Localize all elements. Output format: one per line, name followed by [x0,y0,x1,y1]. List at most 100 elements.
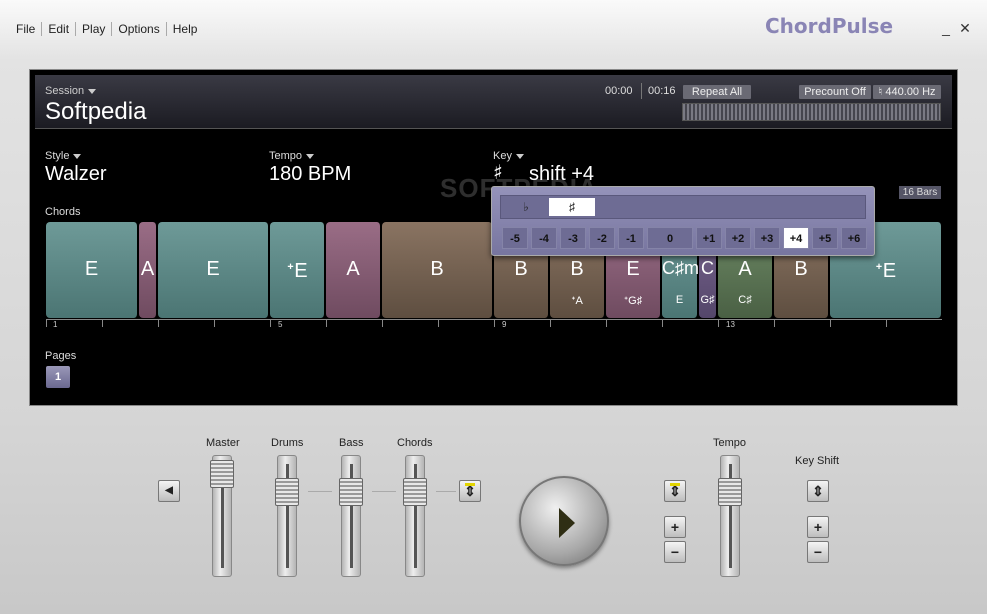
chord-bass: E [675,294,684,306]
chord-name: E [626,258,640,280]
shift-plus-2[interactable]: +2 [725,227,751,249]
drums-slider-knob[interactable] [275,478,299,506]
chevron-down-icon [306,153,315,159]
menu-bar: File Edit Play Options Help [10,22,203,36]
bass-slider[interactable] [339,455,363,577]
shift-plus-6[interactable]: +6 [841,227,867,249]
chord-block[interactable]: A [139,222,157,318]
reset-icon: ⇕ [812,483,824,499]
link-line [436,491,456,492]
master-label: Master [206,437,240,449]
chord-name: C♯m [662,258,699,278]
tempo-slider-knob[interactable] [718,478,742,506]
style-value[interactable]: Walzer [45,163,106,186]
shift-minus-1[interactable]: -1 [618,227,644,249]
tuning-button[interactable]: ♮ 440.00 Hz [873,85,941,99]
menu-help[interactable]: Help [167,22,204,36]
shift-minus-5[interactable]: -5 [502,227,528,249]
link-line [308,491,332,492]
shift-plus-3[interactable]: +3 [754,227,780,249]
sharp-button[interactable]: ♯ [549,198,595,216]
ruler-number: 1 [53,320,58,329]
chevron-down-icon [88,88,97,94]
close-button[interactable]: ✕ [957,20,973,36]
bass-slider-knob[interactable] [339,478,363,506]
session-label: Session [45,85,85,97]
tempo-minus-button[interactable]: − [664,541,686,563]
title-bar: File Edit Play Options Help ChordPulse _… [0,0,987,62]
chord-bass: ᐩA [571,295,583,307]
tempo-value[interactable]: 180 BPM [269,163,351,186]
session-dropdown[interactable]: Session [45,85,97,97]
page-1-button[interactable]: 1 [46,366,70,388]
mute-button[interactable]: ◀ [158,480,180,502]
menu-edit[interactable]: Edit [42,22,77,36]
style-label: Style [45,150,70,162]
menu-play[interactable]: Play [76,22,113,36]
style-dropdown[interactable]: Style [45,150,82,162]
chord-bass: ᐩG♯ [623,295,643,307]
chord-block[interactable]: A [326,222,381,318]
chevron-down-icon [515,153,524,159]
master-slider[interactable] [210,455,234,577]
app-title: ChordPulse [765,14,894,38]
keyshift-minus-button[interactable]: − [807,541,829,563]
chord-name: C [701,258,714,278]
tempo-plus-button[interactable]: + [664,516,686,538]
shift-minus-2[interactable]: -2 [589,227,615,249]
shift-zero[interactable]: 0 [647,227,693,249]
chord-block[interactable]: ᐩE [270,222,325,318]
bars-badge[interactable]: 16 Bars [899,186,941,199]
total-time: 00:16 [648,85,676,97]
master-slider-knob[interactable] [210,460,234,488]
keyshift-reset-button[interactable]: ⇕ [807,480,829,502]
repeat-button[interactable]: Repeat All [683,85,751,99]
session-bar: Session Softpedia 00:00 00:16 Repeat All… [35,75,952,129]
bar-ruler [46,319,942,327]
precount-button[interactable]: Precount Off [799,85,871,99]
session-name: Softpedia [45,98,147,125]
drums-label: Drums [271,437,304,449]
tempo-reset-button[interactable]: ⇕ [664,480,686,502]
chevron-down-icon [73,153,82,159]
current-time: 00:00 [605,85,633,97]
chord-bass: C♯ [738,294,752,306]
minimize-button[interactable]: _ [938,20,954,36]
piano-keyboard-strip [682,103,941,121]
key-shift-popup: ♭ ♯ -5 -4 -3 -2 -1 0 +1 +2 +3 +4 +5 +6 [491,186,875,256]
shift-plus-5[interactable]: +5 [812,227,838,249]
bass-label: Bass [339,437,364,449]
shift-minus-3[interactable]: -3 [560,227,586,249]
chord-block[interactable]: B [382,222,493,318]
chords-label: Chords [45,206,81,218]
shift-minus-4[interactable]: -4 [531,227,557,249]
tempo-slider[interactable] [718,455,742,577]
tempo-label: Tempo [269,150,303,162]
chord-name: B [570,258,584,280]
menu-file[interactable]: File [10,22,43,36]
chord-name: A [346,258,360,280]
link-line [372,491,396,492]
chord-block[interactable]: E [46,222,138,318]
chord-name: A [140,258,155,280]
speaker-icon: ◀ [165,485,173,496]
chord-name: B [794,258,808,280]
flat-button[interactable]: ♭ [503,198,549,216]
chords-slider-knob[interactable] [403,478,427,506]
play-button[interactable] [519,476,609,566]
mix-reset-button[interactable]: ⇕ [459,480,481,502]
chords-slider[interactable] [403,455,427,577]
led-indicator [670,483,680,486]
accidental-selector: ♭ ♯ [500,195,866,219]
chord-name: A [738,258,752,280]
keyshift-plus-button[interactable]: + [807,516,829,538]
shift-plus-1[interactable]: +1 [696,227,722,249]
chord-name: B [514,258,528,280]
chord-block[interactable]: E [158,222,269,318]
chord-name: E [206,258,220,280]
shift-plus-4[interactable]: +4 [783,227,809,249]
menu-options[interactable]: Options [112,22,167,36]
chord-name: ᐩE [874,260,897,282]
drums-slider[interactable] [275,455,299,577]
tempo-dropdown[interactable]: Tempo [269,150,315,162]
